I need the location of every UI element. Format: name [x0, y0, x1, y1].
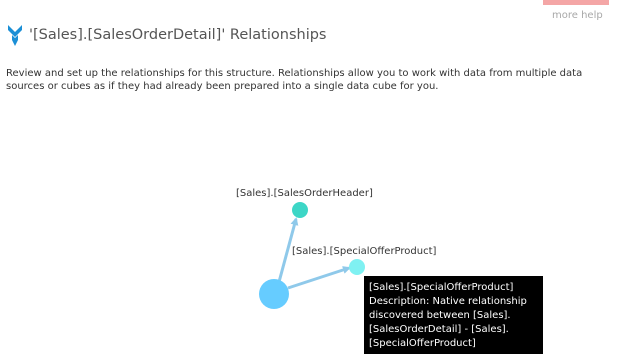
relationship-tooltip: [Sales].[SpecialOfferProduct] Descriptio… — [364, 276, 543, 354]
tooltip-line: discovered between [Sales]. — [369, 310, 511, 321]
relationship-edge[interactable] — [287, 266, 351, 290]
graph-node-special-offer-product[interactable] — [349, 259, 365, 275]
tooltip-line: [SpecialOfferProduct] — [369, 338, 476, 349]
node-label-special-offer-product: [Sales].[SpecialOfferProduct] — [292, 246, 437, 257]
relationships-page: more help '[Sales].[SalesOrderDetail]' R… — [0, 0, 624, 360]
node-label-sales-order-header: [Sales].[SalesOrderHeader] — [236, 188, 373, 199]
tooltip-line: Description: Native relationship — [369, 296, 527, 307]
graph-node-sales-order-header[interactable] — [292, 202, 308, 218]
graph-node-sales-order-detail[interactable] — [259, 279, 289, 309]
tooltip-line: [SalesOrderDetail] - [Sales]. — [369, 324, 509, 335]
tooltip-line: [Sales].[SpecialOfferProduct] — [369, 282, 514, 293]
